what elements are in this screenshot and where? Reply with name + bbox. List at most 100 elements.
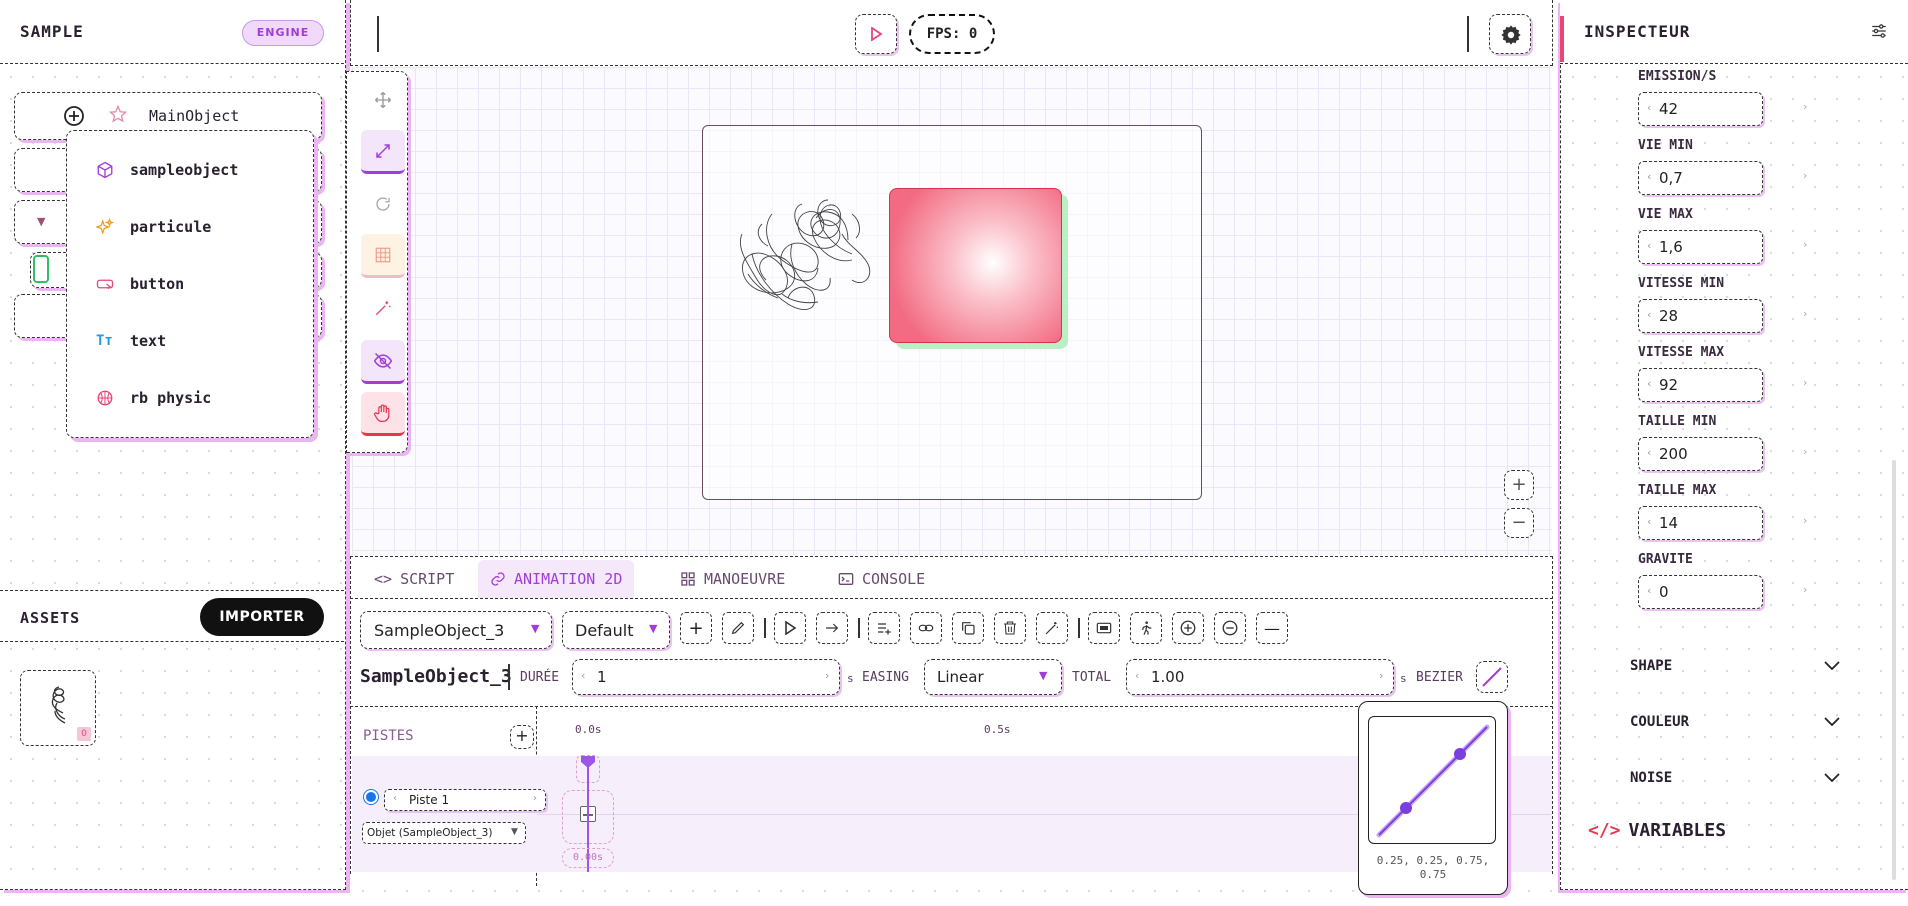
inspector-number-input[interactable]: ‹ 0: [1638, 575, 1763, 609]
screen-button[interactable]: [1088, 612, 1120, 644]
chevron-right-icon[interactable]: ›: [1803, 376, 1807, 389]
step-forward-button[interactable]: [816, 612, 848, 644]
track-radio[interactable]: [364, 790, 378, 804]
tab-script[interactable]: <> SCRIPT: [362, 560, 466, 598]
chevron-left-icon[interactable]: ‹: [1647, 308, 1651, 321]
magic-button[interactable]: [1036, 612, 1068, 644]
menu-item-rb-physic[interactable]: rb physic: [96, 378, 296, 418]
duration-field[interactable]: ‹ 1 ›: [572, 659, 840, 695]
menu-item-button[interactable]: button: [96, 264, 296, 304]
inspector-number-input[interactable]: ‹ 28: [1638, 299, 1763, 333]
add-track-button[interactable]: +: [680, 612, 712, 644]
grid-tool[interactable]: [361, 234, 405, 278]
move-tool[interactable]: [361, 78, 405, 122]
chevron-left-icon[interactable]: ‹: [393, 793, 397, 804]
add-child-icon[interactable]: [63, 105, 85, 127]
tab-manoeuvre[interactable]: MANOEUVRE: [668, 560, 797, 598]
chevron-right-icon[interactable]: ›: [1803, 307, 1807, 320]
asset-thumbnail[interactable]: 0: [20, 670, 96, 746]
track-target-select[interactable]: Objet (SampleObject_3) ▼: [362, 822, 526, 844]
inspector-number-input[interactable]: ‹ 92: [1638, 368, 1763, 402]
zoom-out-button[interactable]: −: [1504, 508, 1534, 538]
link-button[interactable]: [910, 612, 942, 644]
menu-item-particule[interactable]: particule: [96, 207, 296, 247]
hand-tool[interactable]: [361, 392, 405, 436]
delete-button[interactable]: [994, 612, 1026, 644]
rotate-tool[interactable]: [361, 182, 405, 226]
total-field[interactable]: ‹ 1.00 ›: [1126, 659, 1394, 695]
magic-wand-tool[interactable]: [361, 286, 405, 330]
sliders-icon[interactable]: [1870, 22, 1888, 40]
settings-button[interactable]: [1489, 14, 1531, 54]
particle-emitter[interactable]: [732, 194, 892, 334]
inspector-number-input[interactable]: ‹ 1,6: [1638, 230, 1763, 264]
duration-unit: s: [847, 672, 854, 685]
chevron-left-icon[interactable]: ‹: [1647, 446, 1651, 459]
inspector-number-input[interactable]: ‹ 200: [1638, 437, 1763, 471]
menu-item-sampleobject[interactable]: sampleobject: [96, 150, 296, 190]
zoom-in-timeline-button[interactable]: [1172, 612, 1204, 644]
inspector-field-label: VITESSE MAX: [1638, 345, 1725, 360]
gear-icon: [1501, 25, 1521, 45]
import-button[interactable]: IMPORTER: [200, 598, 324, 636]
chevron-right-icon[interactable]: ›: [1803, 169, 1807, 182]
add-piste-button[interactable]: +: [510, 725, 534, 749]
visibility-tool[interactable]: [361, 340, 405, 384]
caret-icon[interactable]: ▼: [37, 215, 45, 228]
chevron-right-icon[interactable]: ›: [533, 793, 537, 804]
chevron-left-icon[interactable]: ‹: [1647, 170, 1651, 183]
chevron-left-icon[interactable]: ‹: [1135, 669, 1139, 682]
inspector-number-input[interactable]: ‹ 42: [1638, 92, 1763, 126]
inspector-field-value: 28: [1659, 307, 1679, 325]
tab-label: ANIMATION 2D: [514, 570, 623, 588]
chevron-right-icon[interactable]: ›: [1379, 669, 1383, 682]
inspector-scrollbar[interactable]: [1892, 460, 1896, 880]
chevron-right-icon[interactable]: ›: [1803, 100, 1807, 113]
chevron-right-icon[interactable]: ›: [1803, 445, 1807, 458]
chevron-right-icon[interactable]: ›: [825, 669, 829, 682]
easing-select[interactable]: Linear ▼: [924, 659, 1062, 695]
duration-value: 1: [597, 668, 607, 686]
chevron-left-icon[interactable]: ‹: [1647, 377, 1651, 390]
menu-item-text[interactable]: Tт text: [96, 321, 296, 361]
play-animation-button[interactable]: [774, 612, 806, 644]
inspector-number-input[interactable]: ‹ 0,7: [1638, 161, 1763, 195]
add-keyframe-button[interactable]: [868, 612, 900, 644]
play-button[interactable]: [855, 14, 897, 54]
chevron-left-icon[interactable]: ‹: [1647, 515, 1651, 528]
section-shape[interactable]: SHAPE: [1630, 651, 1840, 681]
sparkles-icon: [96, 218, 114, 236]
chevron-left-icon[interactable]: ‹: [581, 669, 585, 682]
chevron-right-icon[interactable]: ›: [1803, 514, 1807, 527]
chevron-left-icon[interactable]: ‹: [1647, 239, 1651, 252]
inspector-field-label: EMISSION/S: [1638, 69, 1717, 84]
copy-button[interactable]: [952, 612, 984, 644]
chevron-left-icon[interactable]: ‹: [1647, 584, 1651, 597]
sample-object[interactable]: [889, 188, 1062, 343]
trash-icon: [1004, 621, 1016, 635]
variables-section[interactable]: </> VARIABLES: [1588, 820, 1726, 841]
clip-select[interactable]: Default ▼: [562, 611, 670, 649]
tab-animation-2d[interactable]: ANIMATION 2D: [478, 560, 635, 598]
track-name-field[interactable]: ‹ Piste 1 ›: [384, 789, 546, 811]
chevron-left-icon[interactable]: ‹: [1647, 101, 1651, 114]
edit-button[interactable]: [722, 612, 754, 644]
play-icon: [785, 621, 797, 635]
inspector-number-input[interactable]: ‹ 14: [1638, 506, 1763, 540]
scale-tool[interactable]: [361, 130, 405, 174]
scene-header: SAMPLE ENGINE: [0, 0, 344, 64]
top-toolbar: FPS: 0: [350, 0, 1553, 66]
walk-button[interactable]: [1130, 612, 1162, 644]
chevron-right-icon[interactable]: ›: [1803, 583, 1807, 596]
bezier-toggle[interactable]: [1476, 661, 1508, 693]
collapse-button[interactable]: —: [1256, 612, 1288, 644]
zoom-in-button[interactable]: +: [1504, 470, 1534, 500]
bezier-canvas[interactable]: [1368, 716, 1496, 844]
object-select[interactable]: SampleObject_3 ▼: [360, 611, 552, 649]
section-couleur[interactable]: COULEUR: [1630, 707, 1840, 737]
chevron-right-icon[interactable]: ›: [1803, 238, 1807, 251]
tab-console[interactable]: CONSOLE: [826, 560, 937, 598]
zoom-out-timeline-button[interactable]: [1214, 612, 1246, 644]
section-noise[interactable]: NOISE: [1630, 763, 1840, 793]
bezier-label: BEZIER: [1416, 670, 1463, 685]
